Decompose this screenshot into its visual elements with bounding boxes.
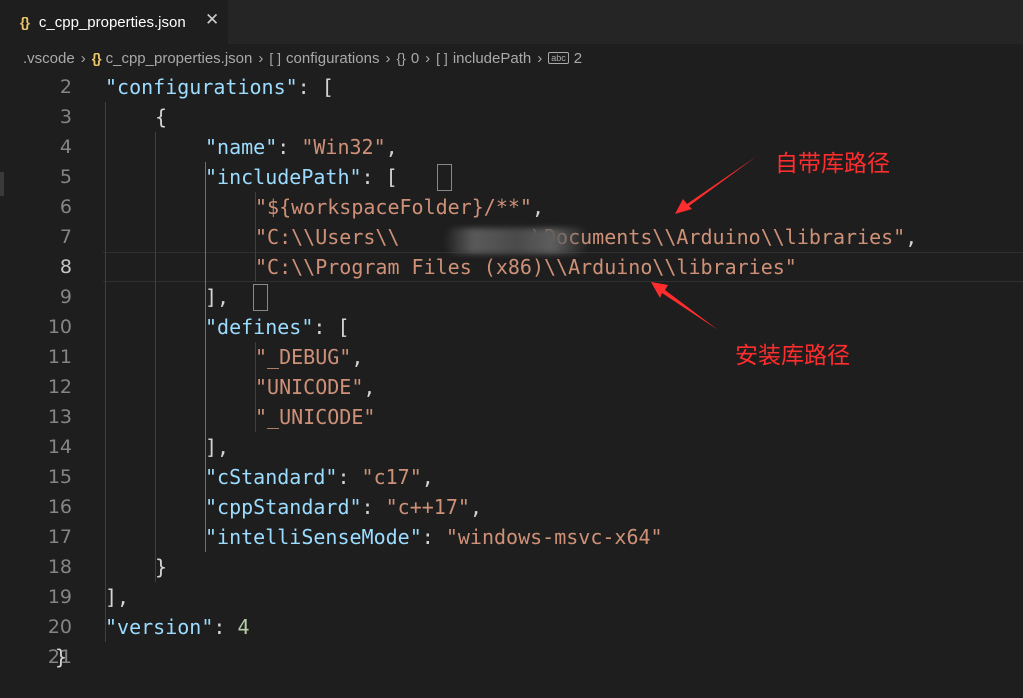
arrow-to-installed-path — [651, 282, 718, 330]
annotation-builtin-library-path: 自带库路径 — [775, 151, 890, 177]
annotation-arrows — [651, 156, 757, 330]
annotation-installed-library-path: 安装库路径 — [735, 343, 850, 369]
arrow-to-builtin-path — [675, 156, 757, 214]
